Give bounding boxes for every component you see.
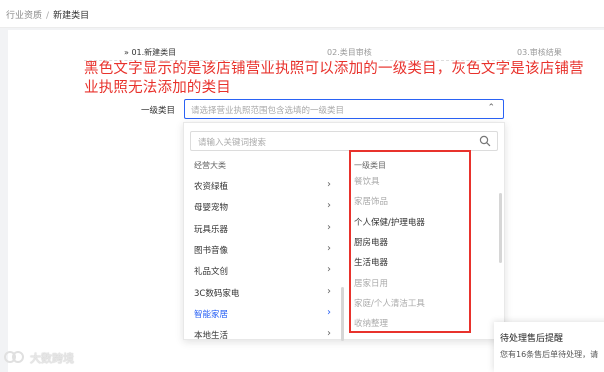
toast-body: 您有16条售后单待处理，请	[500, 350, 599, 359]
search-placeholder: 请输入关键词搜索	[198, 138, 267, 148]
step-3-label: 03.审核结果	[517, 48, 562, 57]
chevron-up-icon: ⌃	[487, 103, 495, 113]
toast-title: 待处理售后提醒	[500, 334, 564, 344]
chevron-right-icon: ›	[327, 200, 331, 212]
business-category-item[interactable]: 玩具乐器 ›	[184, 219, 342, 239]
chevron-right-icon: ›	[327, 179, 331, 190]
business-category-item-label: 农资绿植	[194, 182, 229, 192]
first-level-category-item[interactable]: 家庭/个人清洁工具	[354, 297, 425, 309]
business-category-item-label: 本地生活	[194, 331, 229, 342]
first-level-category-column: 一级类目 餐饮具家居饰品个人保健/护理电器 厨房电器生活电器居家日用家庭/个人清洁…	[350, 155, 506, 341]
breadcrumb-bar: 行业资质 / 新建类目	[0, 0, 604, 28]
business-category-item-label: 智能家居	[194, 309, 229, 320]
category-dropdown-panel: 请输入关键词搜索 经营大类 农资绿植 › 母婴宠物 › 玩具乐器 › 图书音像 › 礼品文创 › 3…	[183, 122, 506, 341]
step-1-label: » 01.新建类目	[124, 48, 177, 57]
step-2-label: 02.类目审核	[327, 48, 372, 57]
first-level-category-select[interactable]: 请选择营业执照范围包含选填的一级类目 ⌃	[184, 99, 504, 119]
first-level-category-item[interactable]: 厨房电器	[354, 236, 388, 248]
business-category-item-label: 母婴宠物	[194, 203, 229, 214]
chevron-right-icon: ›	[327, 306, 331, 318]
business-category-item[interactable]: 母婴宠物 ›	[184, 197, 342, 217]
after-sales-reminder-toast[interactable]: 待处理售后提醒 您有16条售后单待处理，请	[494, 322, 604, 372]
business-category-item[interactable]: 礼品文创 ›	[184, 261, 342, 281]
breadcrumb-current: 新建类目	[53, 11, 90, 21]
business-category-header: 经营大类	[194, 161, 226, 170]
chevron-right-icon: ›	[327, 264, 331, 276]
annotation-text: 黑色文字显示的是该店铺营业执照可以添加的一级类目，灰色文字是该店铺营业执照无法添…	[84, 61, 584, 96]
chevron-right-icon: ›	[327, 328, 331, 340]
business-category-item[interactable]: 图书音像 ›	[184, 240, 342, 260]
business-category-column: 经营大类 农资绿植 › 母婴宠物 › 玩具乐器 › 图书音像 › 礼品文创 › 3C数码家电 › 智能家…	[184, 155, 346, 341]
breadcrumb-separator: /	[46, 11, 50, 21]
business-category-item-label: 玩具乐器	[194, 224, 229, 235]
first-level-category-item[interactable]: 家居饰品	[354, 195, 388, 207]
business-category-item[interactable]: 农资绿植 ›	[184, 176, 342, 196]
keyword-search-input[interactable]: 请输入关键词搜索	[190, 131, 498, 151]
first-level-category-item[interactable]: 餐饮具	[354, 175, 380, 187]
breadcrumb-parent[interactable]: 行业资质	[6, 11, 42, 21]
first-level-category-item[interactable]: 居家日用	[354, 277, 388, 289]
chevron-right-icon: ›	[327, 285, 331, 297]
right-scrollbar[interactable]	[499, 193, 502, 263]
business-category-item[interactable]: 智能家居 ›	[184, 304, 342, 324]
watermark-text: 大数跨境	[30, 352, 74, 365]
business-category-item[interactable]: 3C数码家电 ›	[184, 283, 342, 303]
business-category-item[interactable]: 本地生活 ›	[184, 325, 342, 345]
search-icon[interactable]	[479, 135, 491, 147]
first-level-category-label: 一级类目	[141, 106, 176, 116]
first-level-category-item[interactable]: 生活电器	[354, 256, 388, 268]
first-level-category-header: 一级类目	[354, 161, 386, 170]
step-indicator: » 01.新建类目 02.类目审核 03.审核结果	[0, 47, 604, 61]
chevron-right-icon: ›	[327, 221, 331, 233]
breadcrumb: 行业资质 / 新建类目	[6, 8, 89, 21]
business-category-item-label: 图书音像	[194, 245, 229, 256]
watermark-logo-icon	[4, 351, 24, 363]
left-scrollbar[interactable]	[341, 287, 344, 341]
first-level-category-item[interactable]: 个人保健/护理电器	[354, 216, 425, 228]
chevron-right-icon: ›	[327, 242, 331, 254]
business-category-item-label: 3C数码家电	[194, 288, 240, 299]
select-placeholder: 请选择营业执照范围包含选填的一级类目	[191, 106, 345, 116]
business-category-item-label: 礼品文创	[194, 267, 229, 278]
first-level-category-item[interactable]: 收纳整理	[354, 317, 388, 329]
